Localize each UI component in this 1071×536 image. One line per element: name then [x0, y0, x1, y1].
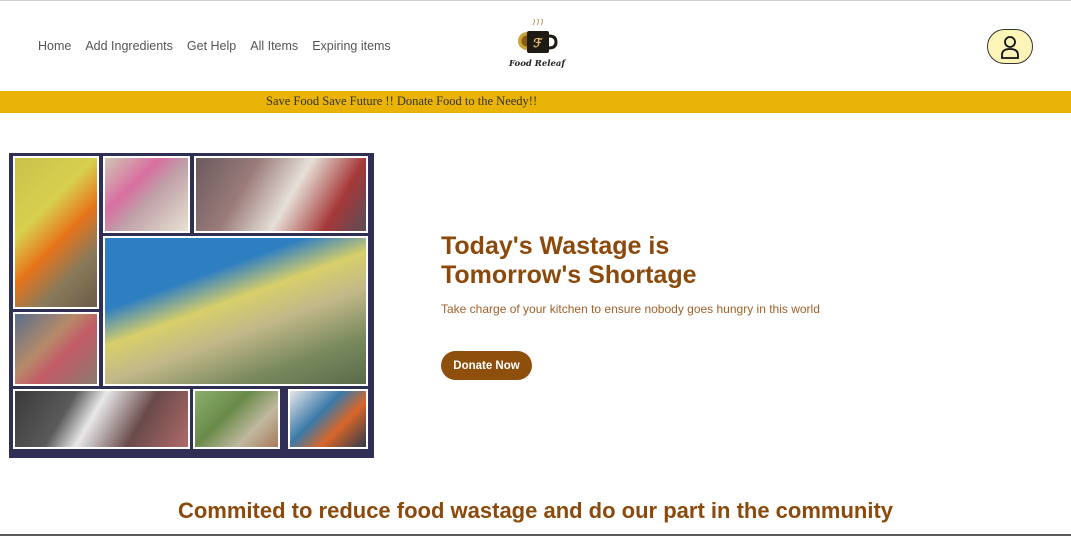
hero-subtitle: Take charge of your kitchen to ensure no… — [441, 302, 820, 316]
nav-all-items[interactable]: All Items — [250, 39, 298, 53]
hero-title-line1: Today's Wastage is — [441, 232, 670, 260]
nav-home[interactable]: Home — [38, 39, 71, 53]
photo-volunteer-fridge — [13, 156, 99, 309]
nav-expiring-items[interactable]: Expiring items — [312, 39, 391, 53]
svg-text:ℱ: ℱ — [533, 36, 543, 50]
nav-links: Home Add Ingredients Get Help All Items … — [38, 39, 391, 53]
photo-queue-outdoors — [193, 389, 280, 449]
photo-collage — [9, 153, 374, 458]
photo-woman-receiving-food — [103, 156, 190, 233]
logo[interactable]: ℱ Food Releaf — [505, 17, 569, 75]
nav-get-help[interactable]: Get Help — [187, 39, 236, 53]
hero-title: Today's Wastage is Tomorrow's Shortage — [441, 232, 697, 290]
nav-add-ingredients[interactable]: Add Ingredients — [85, 39, 173, 53]
coffee-cup-icon: ℱ — [518, 17, 558, 53]
announcement-banner: Save Food Save Future !! Donate Food to … — [0, 91, 1071, 113]
photo-children-group — [194, 156, 368, 233]
user-button[interactable] — [987, 29, 1033, 64]
community-tagline: Commited to reduce food wastage and do o… — [177, 498, 894, 523]
photo-man-distributing — [13, 389, 190, 449]
logo-text: Food Releaf — [508, 59, 566, 69]
photo-volunteers-helping — [288, 389, 368, 449]
banner-text: Save Food Save Future !! Donate Food to … — [266, 94, 538, 108]
photo-children-line — [13, 312, 99, 386]
user-icon — [1001, 35, 1019, 59]
hero-title-line2: Tomorrow's Shortage — [441, 261, 697, 289]
photo-children-meals-truck — [103, 236, 368, 386]
navbar: Home Add Ingredients Get Help All Items … — [0, 1, 1071, 91]
donate-now-button[interactable]: Donate Now — [441, 351, 532, 380]
